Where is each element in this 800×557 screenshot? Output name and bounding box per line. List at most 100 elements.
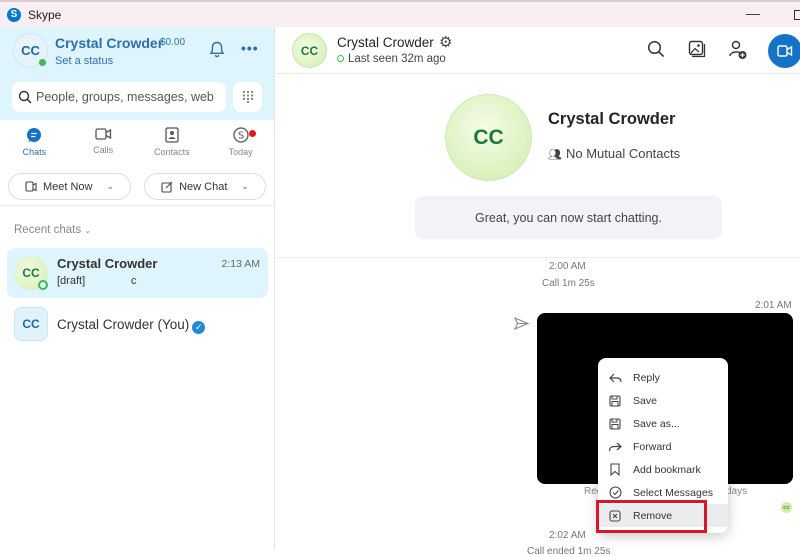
contact-profile-avatar[interactable]: CC — [445, 94, 532, 181]
save-as-icon — [607, 417, 623, 430]
recent-chats-label: Recent chats — [14, 224, 82, 236]
profile-header: CC Crystal Crowder $0.00 Set a status ••… — [0, 27, 274, 120]
menu-item-reply[interactable]: Reply — [598, 366, 728, 389]
chat-list-item[interactable]: CC Crystal Crowder (You) ✓ — [7, 299, 268, 349]
chat-list-item[interactable]: CC Crystal Crowder 2:13 AM [draft] c — [7, 248, 268, 298]
menu-item-save[interactable]: Save — [598, 389, 728, 412]
search-icon — [18, 90, 32, 104]
tab-chats-label: Chats — [22, 147, 47, 157]
menu-item-label: Forward — [633, 440, 672, 453]
menu-item-forward[interactable]: Forward — [598, 435, 728, 458]
contact-name[interactable]: Crystal Crowder — [337, 35, 434, 50]
media-caption: days — [726, 486, 748, 497]
avatar-initials: CC — [22, 266, 40, 280]
title-bar: S Skype — — [0, 0, 800, 27]
menu-item-save-as[interactable]: Save as... — [598, 412, 728, 435]
notifications-bell-icon[interactable] — [209, 41, 225, 63]
search-icon[interactable] — [647, 40, 665, 63]
chevron-down-icon: ⌄ — [84, 226, 92, 235]
reply-icon — [607, 373, 623, 383]
add-person-icon[interactable] — [728, 40, 748, 65]
new-chat-button[interactable]: New Chat ⌄ — [144, 173, 266, 200]
more-options-icon[interactable]: ••• — [241, 40, 259, 56]
svg-text:S: S — [237, 131, 243, 142]
avatar-initials: CC — [21, 43, 40, 58]
presence-away-icon — [38, 280, 48, 290]
message-timestamp: 2:01 AM — [755, 300, 792, 311]
start-chatting-notice: Great, you can now start chatting. — [415, 196, 722, 239]
mutual-contacts: 👥︎ No Mutual Contacts — [548, 146, 680, 161]
last-seen-status: Last seen 32m ago — [337, 53, 446, 65]
tab-calls[interactable]: Calls — [69, 127, 138, 167]
contact-profile-name: Crystal Crowder — [548, 110, 676, 128]
contact-book-icon — [165, 127, 179, 143]
profile-name[interactable]: Crystal Crowder — [55, 35, 163, 51]
menu-item-add-bookmark[interactable]: Add bookmark — [598, 458, 728, 481]
presence-ring-icon — [337, 55, 344, 62]
skype-credit[interactable]: $0.00 — [160, 37, 185, 48]
nav-tabs: Chats Calls Contacts S Today — [0, 127, 275, 167]
tab-chats[interactable]: Chats — [0, 127, 69, 167]
contact-avatar[interactable]: CC — [292, 33, 327, 68]
video-call-button[interactable] — [768, 34, 800, 68]
avatar-initials: CC — [783, 505, 790, 510]
tab-today[interactable]: S Today — [206, 127, 275, 167]
avatar-initials: CC — [22, 317, 40, 331]
avatar-initials: CC — [300, 43, 319, 58]
last-seen-text: Last seen 32m ago — [348, 53, 446, 65]
chat-preview-draft: c — [131, 275, 137, 287]
skype-logo-icon: S — [232, 127, 249, 143]
tab-contacts[interactable]: Contacts — [138, 127, 207, 167]
today-notification-dot — [249, 130, 257, 137]
dialpad-icon — [242, 91, 253, 103]
forward-icon — [607, 442, 623, 452]
menu-item-label: Save — [633, 394, 657, 407]
tab-contacts-label: Contacts — [154, 147, 190, 157]
video-camera-icon — [777, 45, 793, 57]
verified-badge-icon: ✓ — [192, 321, 206, 334]
meet-now-button[interactable]: Meet Now ⌄ — [8, 173, 131, 200]
quick-actions: Meet Now ⌄ New Chat ⌄ — [0, 173, 275, 200]
new-chat-icon — [161, 181, 173, 193]
menu-item-label: Reply — [633, 371, 660, 384]
recent-chats-header[interactable]: Recent chats ⌄ — [14, 224, 91, 236]
gallery-icon[interactable] — [688, 40, 706, 63]
tab-calls-label: Calls — [93, 145, 114, 155]
sent-indicator-icon — [513, 316, 530, 335]
app-title: Skype — [28, 7, 62, 22]
meet-now-icon — [25, 180, 37, 192]
message-timestamp: 2:00 AM — [549, 261, 586, 272]
conversation-header: CC Crystal Crowder ⚙ Last seen 32m ago — [276, 27, 800, 74]
people-icon: 👥︎ — [548, 149, 562, 161]
gear-icon[interactable]: ⚙ — [439, 33, 452, 51]
chevron-down-icon: ⌄ — [106, 181, 115, 191]
set-status-link[interactable]: Set a status — [55, 55, 113, 67]
dialpad-button[interactable] — [233, 82, 262, 112]
call-summary: Call ended 1m 25s — [527, 546, 611, 557]
video-camera-icon — [94, 128, 111, 140]
call-summary: Call 1m 25s — [542, 278, 595, 289]
select-check-icon — [607, 486, 623, 499]
chat-preview: [draft] — [57, 275, 86, 287]
skype-logo-icon: S — [7, 7, 21, 22]
search-input[interactable]: People, groups, messages, web — [12, 82, 226, 112]
menu-item-label: Select Messages — [633, 486, 713, 499]
sidebar: CC Crystal Crowder $0.00 Set a status ••… — [0, 27, 275, 550]
remove-highlight-annotation — [596, 500, 707, 533]
chat-name-text: Crystal Crowder (You) — [57, 317, 190, 332]
chat-name: Crystal Crowder (You) ✓ — [57, 317, 206, 334]
maximize-button[interactable] — [794, 10, 800, 20]
divider — [0, 205, 275, 206]
save-icon — [607, 394, 623, 407]
contact-avatar: CC — [14, 307, 48, 341]
divider — [276, 257, 800, 258]
message-timestamp: 2:02 AM — [549, 530, 586, 541]
bookmark-icon — [607, 463, 623, 476]
chat-time: 2:13 AM — [221, 258, 260, 270]
avatar-initials: CC — [473, 125, 504, 149]
minimize-button[interactable]: — — [746, 5, 760, 21]
chat-bubble-icon — [27, 128, 42, 142]
presence-online-icon — [38, 58, 47, 67]
chat-name: Crystal Crowder — [57, 256, 158, 271]
meet-now-label: Meet Now — [42, 180, 93, 193]
